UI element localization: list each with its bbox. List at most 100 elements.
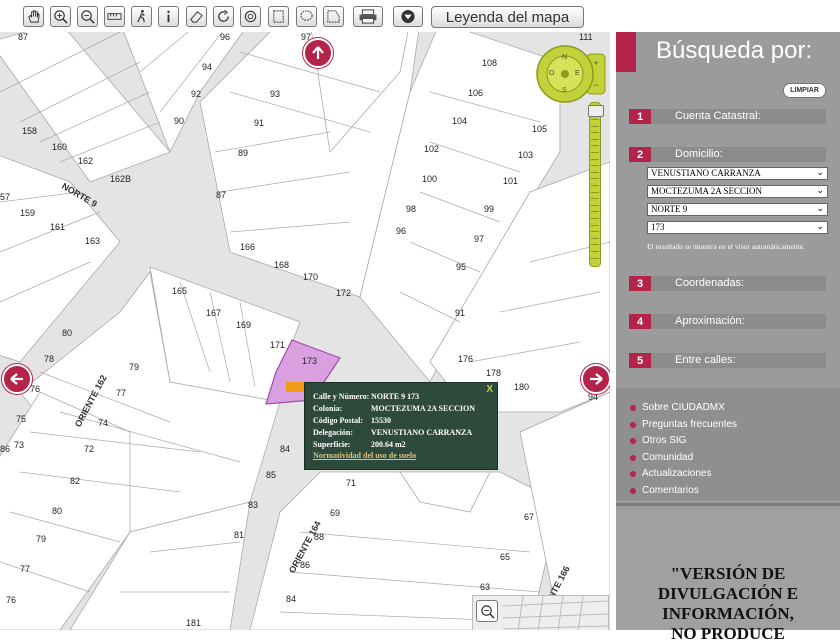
zoom-out-icon[interactable]	[77, 6, 98, 27]
eraser-icon[interactable]	[186, 6, 207, 27]
overview-toggle-button[interactable]	[476, 600, 498, 622]
lot-number: 69	[330, 508, 341, 518]
zoom-tick	[591, 138, 599, 140]
pan-east-button[interactable]	[581, 364, 610, 394]
link-comunidad[interactable]: Comunidad	[630, 452, 693, 463]
zoom-tick	[591, 119, 599, 120]
disclaimer-line: DIVULGACIÓN E	[657, 584, 799, 603]
delegacion-select[interactable]: VENUSTIANO CARRANZA ⌄	[647, 167, 828, 180]
footer-links: Sobre CIUDADMX Preguntas frecuentes Otro…	[616, 388, 840, 500]
lot-number: 82	[70, 476, 81, 486]
chevron-down-icon: ⌄	[816, 204, 824, 214]
popup-key: Delegación:	[313, 428, 353, 437]
lot-number: 105	[532, 124, 548, 134]
link-label: Sobre CIUDADMX	[642, 402, 725, 413]
chevron-down-icon: ⌄	[816, 222, 824, 232]
zoom-tick	[591, 198, 599, 200]
popup-row: Calle y Número: NORTE 9 173	[313, 392, 419, 401]
bullet-icon	[630, 404, 636, 411]
walk-icon[interactable]	[131, 6, 152, 27]
section-cuenta-catastral[interactable]: 1 Cuenta Catastral:	[629, 109, 826, 124]
link-actualizaciones[interactable]: Actualizaciones	[630, 468, 711, 479]
clear-button[interactable]: LIMPIAR	[783, 83, 826, 98]
zoom-tick	[591, 158, 599, 160]
pan-west-button[interactable]	[2, 364, 32, 394]
section-coordenadas[interactable]: 3 Coordenadas:	[629, 276, 826, 291]
bullet-icon	[630, 487, 636, 494]
bullet-icon	[630, 437, 636, 444]
info-icon[interactable]	[158, 6, 179, 27]
lot-number: 80	[52, 506, 63, 516]
zoom-tick	[591, 185, 599, 186]
compass-s[interactable]: S	[562, 87, 567, 94]
close-icon[interactable]: X	[486, 384, 493, 395]
lot-number: 171	[270, 340, 286, 350]
map-toolbar: Leyenda del mapa	[0, 0, 612, 32]
link-comentarios[interactable]: Comentarios	[630, 485, 699, 496]
polygon-icon[interactable]	[323, 6, 344, 27]
zoom-tick	[591, 251, 599, 252]
section-domicilio[interactable]: 2 Domicilio:	[629, 147, 826, 162]
colonia-select[interactable]: MOCTEZUMA 2A SECCION ⌄	[647, 185, 828, 198]
compass-o[interactable]: O	[549, 70, 554, 77]
lasso-icon[interactable]	[296, 6, 317, 27]
link-sobre-ciudadmx[interactable]: Sobre CIUDADMX	[630, 402, 725, 413]
section-entre-calles[interactable]: 5 Entre calles:	[629, 353, 826, 368]
result-hint: El resultado se muestra en el visor auto…	[647, 242, 805, 251]
link-preguntas-frecuentes[interactable]: Preguntas frecuentes	[630, 419, 737, 430]
overview-map[interactable]	[472, 595, 609, 630]
popup-value: VENUSTIANO CARRANZA	[371, 428, 473, 437]
search-panel: Búsqueda por: LIMPIAR 1 Cuenta Catastral:…	[616, 32, 840, 643]
map-view[interactable]: 87 96 97 111 94 108 92 93 90 91 106 104 105 158 160 162…	[0, 32, 610, 630]
link-label: Comunidad	[642, 452, 694, 463]
download-icon[interactable]	[393, 6, 423, 27]
legend-button[interactable]: Leyenda del mapa	[431, 6, 584, 28]
disclaimer-line: "VERSIÓN DE	[670, 564, 786, 583]
lot-number: 97	[474, 234, 485, 244]
popup-key: Colonia:	[313, 404, 343, 413]
section-aproximacion[interactable]: 4 Aproximación:	[629, 314, 826, 329]
zoom-slider[interactable]	[588, 102, 604, 267]
lot-number: 160	[52, 142, 68, 152]
compass-n[interactable]: N	[562, 54, 567, 61]
bullet-icon	[630, 421, 636, 428]
lot-number: 87	[216, 190, 227, 200]
lot-number: 181	[186, 618, 202, 628]
land-use-link[interactable]: Normatividad del uso de suelo	[313, 451, 416, 460]
refresh-icon[interactable]	[213, 6, 234, 27]
lot-number: 78	[44, 354, 55, 364]
lot-number: 169	[236, 320, 252, 330]
location-icon[interactable]	[240, 6, 261, 27]
zoom-tick	[591, 165, 599, 167]
zoom-in-icon[interactable]	[50, 6, 71, 27]
zoom-tick	[591, 211, 599, 213]
lot-number: 87	[18, 32, 29, 42]
svg-text:+: +	[593, 58, 598, 68]
lot-number: 104	[452, 116, 468, 126]
lot-number: 76	[6, 595, 17, 605]
pan-north-button[interactable]	[303, 38, 333, 68]
calle-select[interactable]: NORTE 9 ⌄	[647, 203, 828, 216]
select-icon[interactable]	[268, 6, 289, 27]
pan-icon[interactable]	[23, 6, 44, 27]
disclaimer-line: NO PRODUCE	[671, 624, 785, 643]
arrow-up-icon	[312, 46, 324, 59]
lot-number: 176	[458, 354, 474, 364]
marker-pin-icon[interactable]	[286, 382, 304, 392]
zoom-slider-handle[interactable]	[588, 105, 604, 117]
numero-select[interactable]: 173 ⌄	[647, 221, 828, 234]
lot-number: 73	[14, 440, 25, 450]
lot-number: 81	[234, 530, 245, 540]
popup-row: Código Postal: 15530	[313, 416, 391, 425]
section-number: 4	[629, 314, 651, 329]
lot-number: 103	[518, 150, 534, 160]
link-label: Comentarios	[642, 485, 699, 496]
zoom-tick	[591, 231, 599, 233]
link-otros-sig[interactable]: Otros SIG	[630, 435, 686, 446]
compass-e[interactable]: E	[575, 70, 580, 77]
lot-number: 93	[270, 89, 281, 99]
print-icon[interactable]	[353, 6, 383, 27]
lot-number: 79	[36, 534, 47, 544]
link-label: Preguntas frecuentes	[642, 419, 738, 430]
ruler-icon[interactable]	[104, 6, 125, 27]
